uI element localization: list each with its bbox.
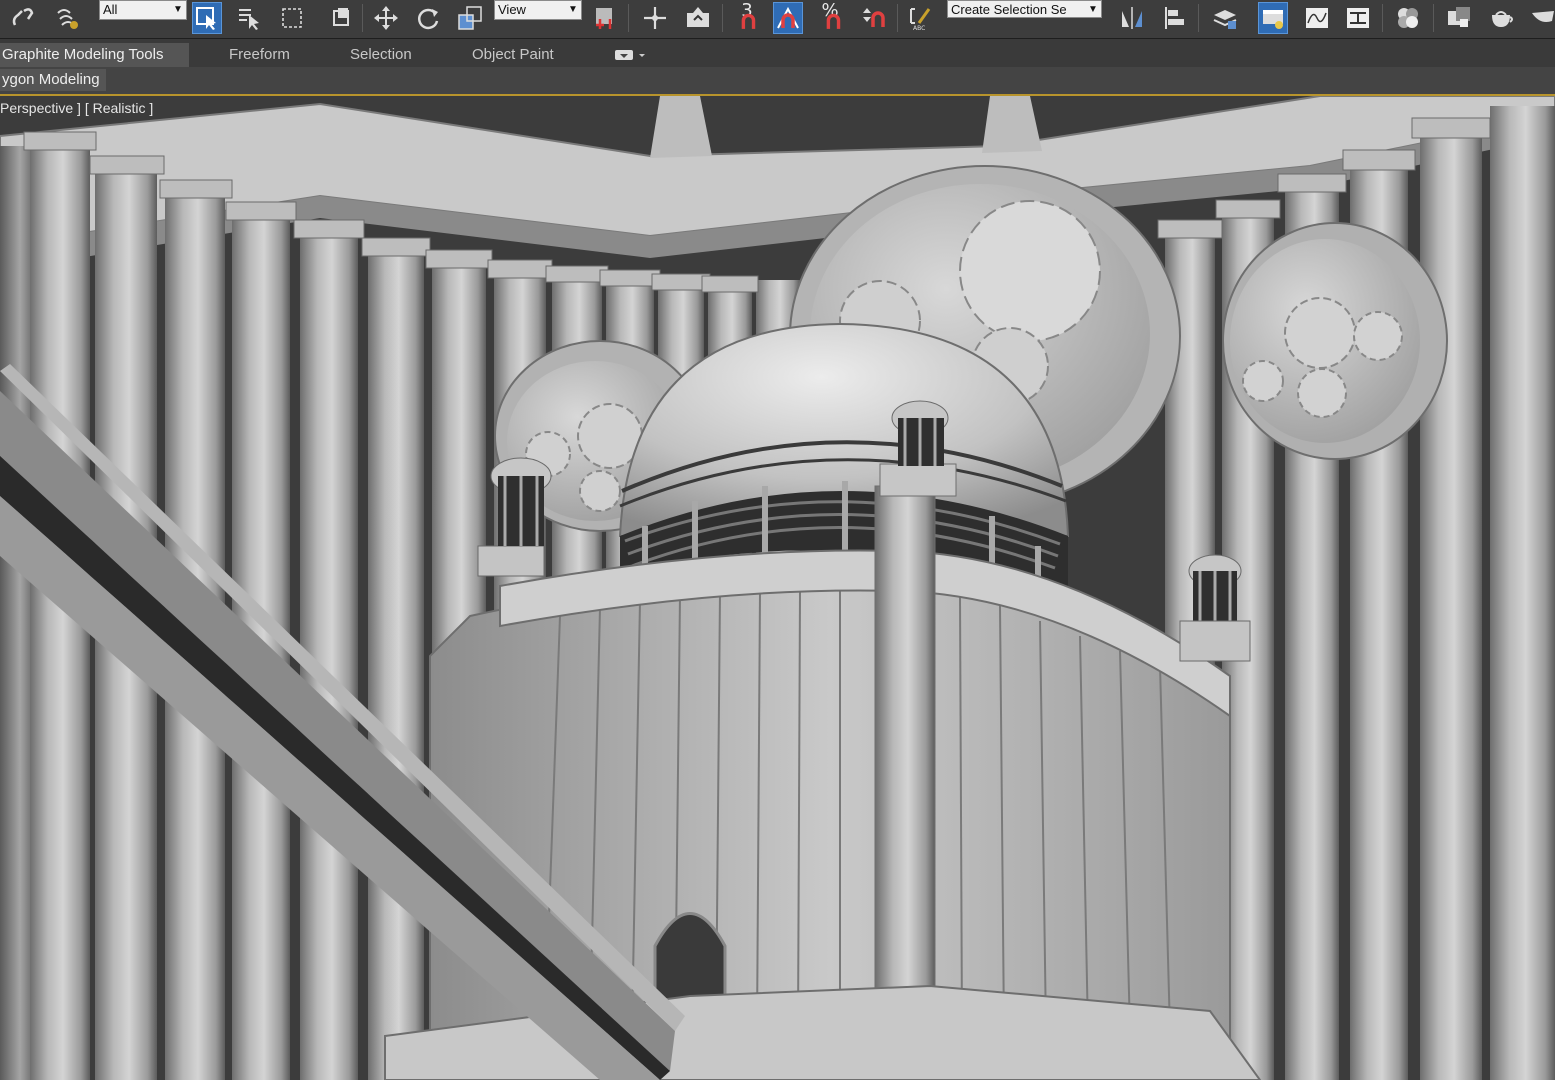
percent-snap-toggle-button[interactable]: %	[815, 2, 845, 34]
selection-filter-dropdown[interactable]: All ▼	[99, 0, 187, 20]
link-icon[interactable]	[8, 2, 38, 34]
schematic-view-icon[interactable]	[1343, 2, 1373, 34]
keyboard-shortcut-override-icon[interactable]	[683, 2, 713, 34]
ribbon-options-dropdown[interactable]	[614, 43, 648, 67]
snaps-toggle-button[interactable]: 3	[732, 2, 762, 34]
tab-graphite-modeling-tools[interactable]: Graphite Modeling Tools	[0, 43, 190, 67]
named-selection-sets-dropdown[interactable]: Create Selection Se ▼	[947, 0, 1102, 18]
pivot-center-icon[interactable]	[590, 2, 620, 34]
manipulate-icon[interactable]	[640, 2, 670, 34]
turret-center	[891, 400, 949, 466]
toolbar-separator	[628, 4, 629, 32]
tab-object-paint[interactable]: Object Paint	[472, 43, 554, 67]
reference-coordinate-value: View	[498, 2, 526, 17]
rectangular-selection-region-button[interactable]	[278, 2, 308, 34]
rotate-icon[interactable]	[413, 2, 443, 34]
mirror-icon[interactable]	[1117, 2, 1147, 34]
toolbar-separator	[1198, 4, 1199, 32]
tab-freeform[interactable]: Freeform	[229, 43, 290, 67]
reference-coordinate-dropdown[interactable]: View ▼	[494, 0, 582, 20]
select-by-name-button[interactable]	[235, 2, 265, 34]
render-frame-window-icon[interactable]	[1486, 2, 1516, 34]
polygon-modeling-panel-tab[interactable]: ygon Modeling	[0, 69, 106, 91]
svg-text:ABC: ABC	[913, 25, 925, 31]
selection-filter-value: All	[103, 2, 118, 17]
curve-editor-icon[interactable]	[1302, 2, 1332, 34]
named-selection-value: Create Selection Se	[951, 2, 1067, 17]
graphite-ribbon-toggle-button[interactable]	[1258, 2, 1288, 34]
tab-selection[interactable]: Selection	[350, 43, 412, 67]
render-production-icon[interactable]	[1528, 2, 1555, 34]
unlink-icon[interactable]	[52, 2, 82, 34]
perspective-viewport[interactable]: Perspective ] [ Realistic ]	[0, 96, 1555, 1080]
toolbar-separator	[362, 4, 363, 32]
select-object-button[interactable]	[192, 2, 222, 34]
material-editor-icon[interactable]	[1393, 2, 1423, 34]
scale-icon[interactable]	[455, 2, 485, 34]
ribbon-panel: ygon Modeling	[0, 67, 1555, 96]
chevron-down-icon: ▼	[1088, 4, 1098, 15]
right-gear-disc	[1222, 222, 1448, 460]
toolbar-separator	[897, 4, 898, 32]
ribbon-options-icon	[615, 50, 645, 61]
main-toolbar: All ▼ View ▼ 3 % ABC Create Selection Se…	[0, 0, 1555, 39]
move-icon[interactable]	[371, 2, 401, 34]
align-icon[interactable]	[1160, 2, 1190, 34]
toolbar-separator	[722, 4, 723, 32]
chevron-down-icon: ▼	[173, 4, 183, 15]
layer-manager-icon[interactable]	[1210, 2, 1240, 34]
viewport-scene-render	[0, 96, 1555, 1080]
angle-snap-toggle-button[interactable]	[773, 2, 803, 34]
viewport-label[interactable]: Perspective ] [ Realistic ]	[0, 100, 153, 116]
ribbon-tab-bar: Graphite Modeling Tools Freeform Selecti…	[0, 39, 1555, 67]
window-crossing-button[interactable]	[326, 2, 356, 34]
edit-named-selection-icon[interactable]: ABC	[905, 2, 935, 34]
toolbar-separator	[1382, 4, 1383, 32]
spinner-snap-toggle-button[interactable]	[858, 2, 888, 34]
render-setup-icon[interactable]	[1444, 2, 1474, 34]
toolbar-separator	[1433, 4, 1434, 32]
chevron-down-icon: ▼	[568, 4, 578, 15]
